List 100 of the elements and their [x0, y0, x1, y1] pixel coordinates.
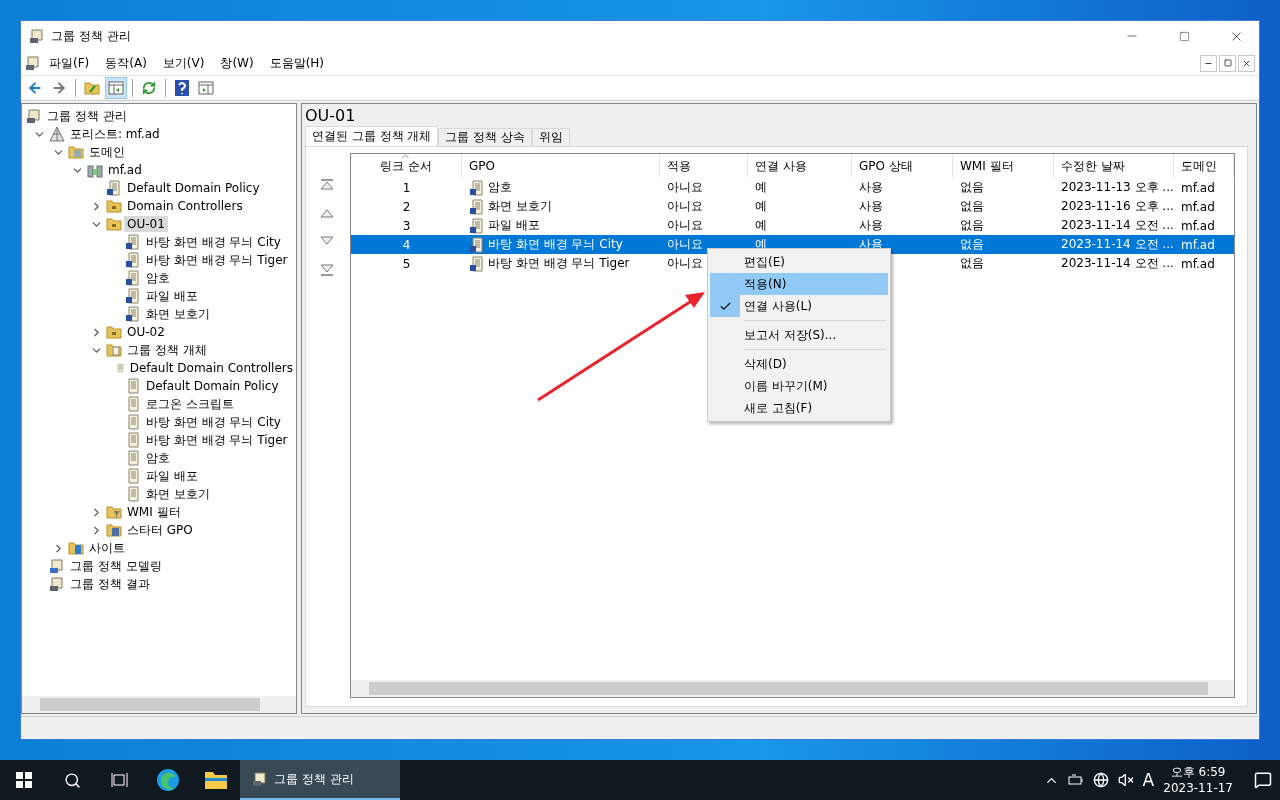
toolbar-button[interactable] — [105, 77, 127, 99]
tree-item[interactable]: 스타터 GPO — [124, 520, 196, 540]
tree-item[interactable]: Default Domain Controllers — [126, 360, 296, 376]
folder-icon — [106, 216, 122, 232]
close-button[interactable] — [1238, 54, 1255, 72]
tree-item[interactable]: 암호 — [143, 448, 173, 468]
column-header[interactable]: 도메인 — [1174, 154, 1234, 178]
column-header[interactable]: WMI 필터 — [953, 154, 1054, 178]
tree-item[interactable]: OU-01 — [124, 216, 168, 232]
horizontal-scrollbar[interactable] — [351, 680, 1234, 697]
tree-item[interactable]: mf.ad — [105, 162, 145, 178]
folder-filter-icon — [106, 504, 122, 520]
globe-icon[interactable] — [1092, 772, 1109, 788]
task-view-icon[interactable] — [111, 772, 129, 788]
folder-icon[interactable] — [204, 770, 228, 790]
browser-icon[interactable] — [156, 768, 180, 792]
folder-report-icon — [49, 576, 65, 592]
document-icon — [125, 378, 141, 394]
table-cell: 아니요 — [667, 255, 703, 272]
tree-item[interactable]: 바탕 화면 배경 무늬 City — [143, 412, 284, 432]
column-header[interactable]: 적용 — [660, 154, 748, 178]
menu-item[interactable]: 보고서 저장(S)... — [710, 324, 888, 346]
tree-item[interactable]: Default Domain Policy — [143, 378, 282, 394]
input-language-indicator[interactable]: A — [1142, 770, 1155, 790]
tree-item[interactable]: 그룹 정책 개체 — [124, 340, 210, 360]
tree-item[interactable]: 로그온 스크립트 — [143, 394, 237, 414]
menu-item[interactable]: 연결 사용(L) — [710, 295, 888, 317]
search-icon[interactable] — [63, 771, 81, 789]
tree-item[interactable]: 암호 — [143, 268, 173, 288]
close-icon — [1242, 58, 1251, 68]
table-cell: 없음 — [960, 179, 984, 196]
tree-item[interactable]: 그룹 정책 결과 — [67, 574, 153, 594]
document-icon — [125, 468, 141, 484]
tree-item[interactable]: 바탕 화면 배경 무늬 Tiger — [143, 430, 291, 450]
table-cell: 4 — [402, 237, 411, 252]
menu-item[interactable]: 새로 고침(F) — [710, 397, 888, 419]
forest-icon — [49, 126, 65, 142]
taskbar-app-button[interactable]: 그룹 정책 관리 — [240, 760, 400, 800]
table-cell: 2023-11-13 오후 ... — [1061, 179, 1174, 196]
table-cell: 화면 보호기 — [488, 198, 552, 215]
table-cell: 5 — [402, 256, 411, 271]
table-cell: 없음 — [960, 236, 984, 253]
menu-item[interactable]: 편집(E) — [710, 251, 888, 273]
column-header[interactable]: GPO 상태 — [852, 154, 953, 178]
scroll-icon — [252, 771, 268, 787]
tree-item[interactable]: 화면 보호기 — [143, 484, 213, 504]
linked-document-icon — [125, 288, 141, 304]
tab[interactable]: 위임 — [532, 128, 571, 146]
document-icon — [125, 486, 141, 502]
tree-item[interactable]: WMI 필터 — [124, 502, 184, 522]
tree-item[interactable]: 파일 배포 — [143, 466, 201, 486]
tab[interactable]: 그룹 정책 상속 — [438, 128, 533, 146]
menu-item[interactable]: 동작(A) — [97, 52, 155, 74]
table-cell: mf.ad — [1181, 218, 1215, 233]
menu-item[interactable]: 도움말(H) — [261, 52, 333, 74]
tree-item[interactable]: 사이트 — [86, 538, 128, 558]
folder-computer-icon — [49, 558, 65, 574]
tab[interactable]: 연결된 그룹 정책 개체 — [305, 126, 439, 146]
tree-item[interactable]: 포리스트: mf.ad — [67, 124, 163, 144]
column-header[interactable]: 링크 순서 — [351, 154, 462, 178]
notification-icon[interactable] — [1254, 771, 1272, 789]
table-cell: 아니요 — [667, 217, 703, 234]
muted-speaker-icon[interactable] — [1117, 772, 1134, 788]
tree-item[interactable]: 파일 배포 — [143, 286, 201, 306]
menu-item[interactable]: 파일(F) — [41, 52, 98, 74]
table-cell: 파일 배포 — [488, 217, 540, 234]
folder-servers-icon — [68, 144, 84, 160]
linked-document-icon — [469, 255, 485, 272]
forward-arrow-icon — [51, 80, 67, 96]
table-cell: 2023-11-14 오전 ... — [1061, 236, 1174, 253]
column-header[interactable]: 연결 사용 — [748, 154, 852, 178]
horizontal-scrollbar[interactable] — [22, 696, 296, 713]
tree-item[interactable]: Default Domain Policy — [124, 180, 263, 196]
menu-item[interactable]: 이름 바꾸기(M) — [710, 375, 888, 397]
clock[interactable]: 오후 6:59 2023-11-17 — [1163, 764, 1233, 796]
menu-item[interactable]: 창(W) — [212, 52, 262, 74]
battery-icon[interactable] — [1067, 774, 1084, 786]
windows-logo-icon[interactable] — [16, 772, 32, 788]
tree-item[interactable]: 도메인 — [86, 142, 128, 162]
window-title: 그룹 정책 관리 — [51, 27, 132, 45]
tree-item[interactable]: OU-02 — [124, 324, 168, 340]
table-cell: 없음 — [960, 217, 984, 234]
column-header[interactable]: 수정한 날짜 — [1054, 154, 1174, 178]
tree-item[interactable]: 화면 보호기 — [143, 304, 213, 324]
column-header[interactable]: GPO — [462, 154, 660, 178]
tree-item[interactable]: 바탕 화면 배경 무늬 City — [143, 232, 284, 252]
linked-document-icon — [469, 179, 485, 196]
table-cell: 암호 — [488, 179, 512, 196]
linked-document-icon — [469, 217, 485, 234]
minimize-button[interactable] — [1200, 54, 1217, 72]
maximize-icon — [1178, 30, 1190, 42]
tree-item[interactable]: 그룹 정책 모델링 — [67, 556, 165, 576]
tree-item[interactable]: Domain Controllers — [124, 198, 246, 214]
menu-item[interactable]: 적용(N) — [710, 273, 888, 295]
panel-icon — [108, 80, 124, 96]
menu-item[interactable]: 보기(V) — [154, 52, 213, 74]
table-cell: 사용 — [859, 179, 883, 196]
menu-item[interactable]: 삭제(D) — [710, 353, 888, 375]
tree-item[interactable]: 바탕 화면 배경 무늬 Tiger — [143, 250, 291, 270]
tree-item[interactable]: 그룹 정책 관리 — [44, 106, 130, 126]
